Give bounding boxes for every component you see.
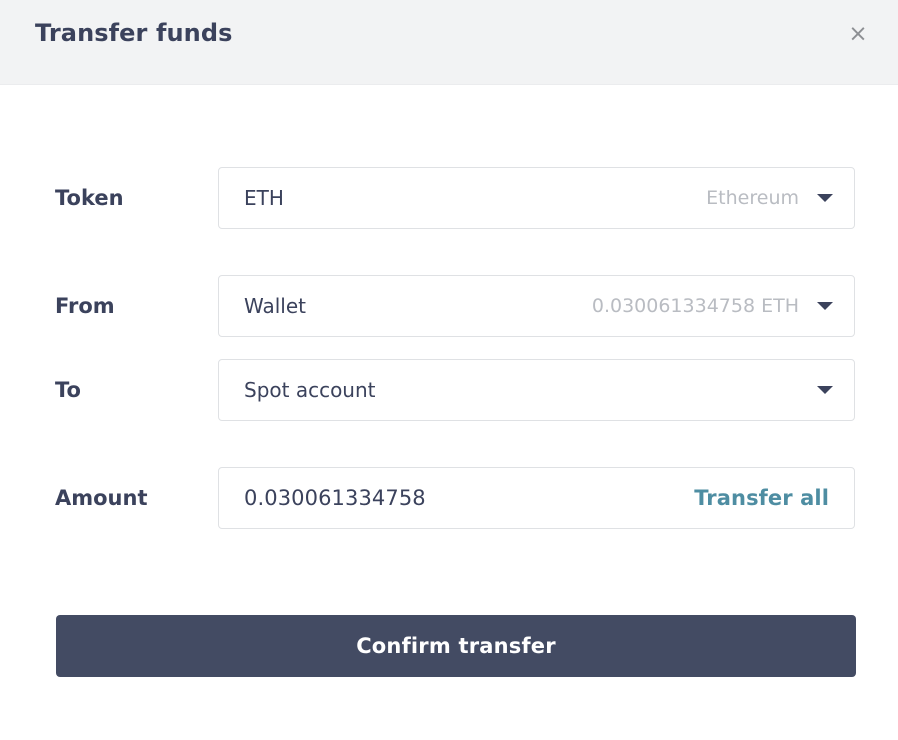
chevron-down-icon	[817, 386, 833, 394]
amount-field-wrapper: Transfer all	[218, 467, 855, 529]
from-selected-value: Wallet	[244, 294, 307, 318]
amount-input[interactable]	[244, 486, 595, 510]
form-row-from: From Wallet 0.030061334758 ETH	[0, 275, 898, 337]
to-selected-value: Spot account	[244, 378, 376, 402]
transfer-funds-dialog: Transfer funds × Token ETH Ethereum From…	[0, 0, 898, 740]
to-label: To	[55, 378, 81, 402]
form-row-token: Token ETH Ethereum	[0, 167, 898, 229]
chevron-down-icon	[817, 194, 833, 202]
form-row-to: To Spot account	[0, 359, 898, 421]
form-row-amount: Amount Transfer all	[0, 467, 898, 529]
confirm-transfer-button[interactable]: Confirm transfer	[56, 615, 856, 677]
amount-label: Amount	[55, 486, 148, 510]
dialog-header: Transfer funds ×	[0, 0, 898, 85]
from-account-select[interactable]: Wallet 0.030061334758 ETH	[218, 275, 855, 337]
dialog-body: Token ETH Ethereum From Wallet 0.0300613…	[0, 85, 898, 740]
transfer-all-button[interactable]: Transfer all	[694, 486, 829, 510]
token-selected-value: ETH	[244, 186, 284, 210]
token-select[interactable]: ETH Ethereum	[218, 167, 855, 229]
token-network-hint: Ethereum	[706, 187, 799, 209]
close-icon[interactable]: ×	[842, 18, 874, 50]
from-balance-hint: 0.030061334758 ETH	[591, 295, 799, 317]
chevron-down-icon	[817, 302, 833, 310]
token-label: Token	[55, 186, 124, 210]
page-title: Transfer funds	[35, 19, 233, 47]
to-account-select[interactable]: Spot account	[218, 359, 855, 421]
from-label: From	[55, 294, 115, 318]
